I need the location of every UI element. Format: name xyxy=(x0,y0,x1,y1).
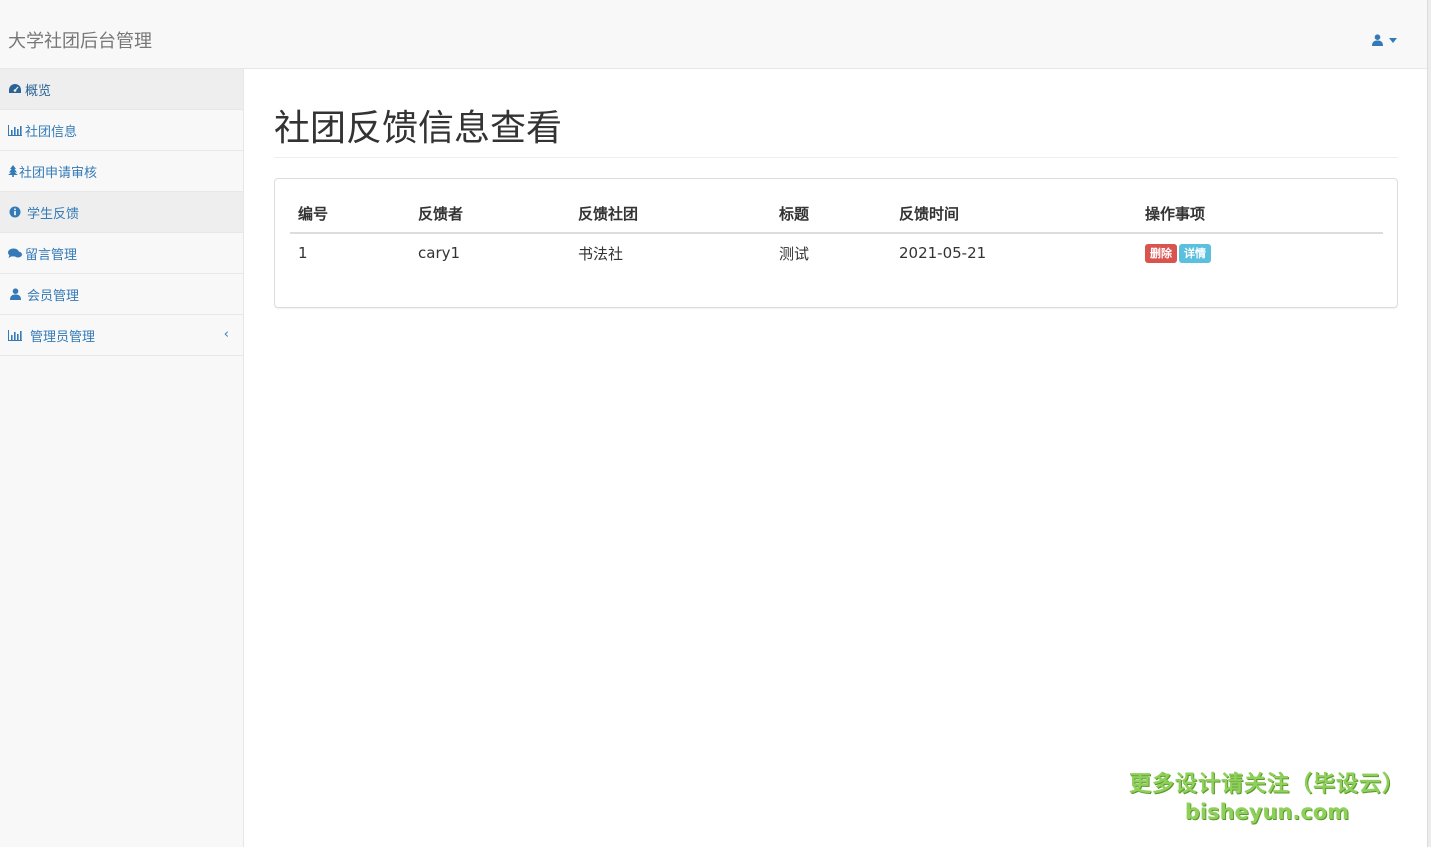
app-brand[interactable]: 大学社团后台管理 xyxy=(8,31,152,53)
column-header: 编号 xyxy=(290,194,410,234)
sidebar-item-label: 概览 xyxy=(25,83,52,99)
cell-user: cary1 xyxy=(418,244,461,262)
sidebar: 概览 社团信息 社团申请审核 学生反馈 留言管理 会员管理 管理员管理 ‹ xyxy=(0,69,244,847)
sidebar-item-label: 社团申请审核 xyxy=(19,165,98,181)
bar-chart-icon xyxy=(8,328,22,342)
info-circle-icon xyxy=(8,205,22,219)
sidebar-item-label: 留言管理 xyxy=(25,247,78,263)
dashboard-icon xyxy=(8,82,22,96)
column-header: 反馈者 xyxy=(410,194,570,234)
sidebar-item-club-application-review[interactable]: 社团申请审核 xyxy=(0,151,243,192)
page-title: 社团反馈信息查看 xyxy=(274,108,563,149)
cell-club: 书法社 xyxy=(578,244,624,263)
caret-down-icon xyxy=(1389,37,1397,43)
table-header-row: 编号 反馈者 反馈社团 标题 反馈时间 操作事项 xyxy=(290,194,1383,234)
sidebar-item-admin-management[interactable]: 管理员管理 ‹ xyxy=(0,315,243,356)
detail-button[interactable]: 详情 xyxy=(1179,244,1211,263)
column-header: 标题 xyxy=(771,194,891,234)
cell-actions: 删除 详情 xyxy=(1137,233,1383,272)
delete-button[interactable]: 删除 xyxy=(1145,244,1177,263)
watermark-line-1: 更多设计请关注（毕设云） xyxy=(1128,772,1405,797)
main-content: 社团反馈信息查看 编号 反馈者 反馈社团 标题 反馈时间 操作事项 1 cary… xyxy=(244,69,1427,847)
user-icon xyxy=(8,287,22,301)
watermark-line-2: bisheyun.com xyxy=(1184,800,1350,824)
tree-icon xyxy=(8,164,18,178)
sidebar-item-club-info[interactable]: 社团信息 xyxy=(0,110,243,151)
column-header: 操作事项 xyxy=(1137,194,1383,234)
cell-title: 测试 xyxy=(779,244,810,263)
cell-time: 2021-05-21 xyxy=(899,244,987,262)
sidebar-item-member-management[interactable]: 会员管理 xyxy=(0,274,243,315)
watermark: 更多设计请关注（毕设云） bisheyun.com xyxy=(1129,771,1405,825)
sidebar-item-label: 学生反馈 xyxy=(27,206,80,222)
user-menu-toggle[interactable] xyxy=(1372,34,1397,46)
sidebar-item-message-management[interactable]: 留言管理 xyxy=(0,233,243,274)
scrollbar[interactable] xyxy=(1427,0,1431,847)
table-row: 1 cary1 书法社 测试 2021-05-21 删除 详情 xyxy=(290,233,1383,272)
comments-icon xyxy=(8,246,22,260)
bar-chart-icon xyxy=(8,123,22,137)
top-navbar: 大学社团后台管理 xyxy=(0,0,1427,69)
column-header: 反馈时间 xyxy=(891,194,1137,234)
feedback-table: 编号 反馈者 反馈社团 标题 反馈时间 操作事项 1 cary1 书法社 测试 … xyxy=(290,194,1383,272)
cell-id: 1 xyxy=(298,244,308,262)
feedback-panel: 编号 反馈者 反馈社团 标题 反馈时间 操作事项 1 cary1 书法社 测试 … xyxy=(274,178,1398,308)
sidebar-item-overview[interactable]: 概览 xyxy=(0,69,243,110)
sidebar-item-label: 社团信息 xyxy=(25,124,78,140)
divider xyxy=(274,157,1398,158)
sidebar-item-student-feedback[interactable]: 学生反馈 xyxy=(0,192,243,233)
column-header: 反馈社团 xyxy=(570,194,771,234)
sidebar-item-label: 会员管理 xyxy=(27,288,80,304)
user-icon xyxy=(1372,34,1383,46)
chevron-left-icon[interactable]: ‹ xyxy=(224,327,229,342)
sidebar-item-label: 管理员管理 xyxy=(30,329,96,345)
